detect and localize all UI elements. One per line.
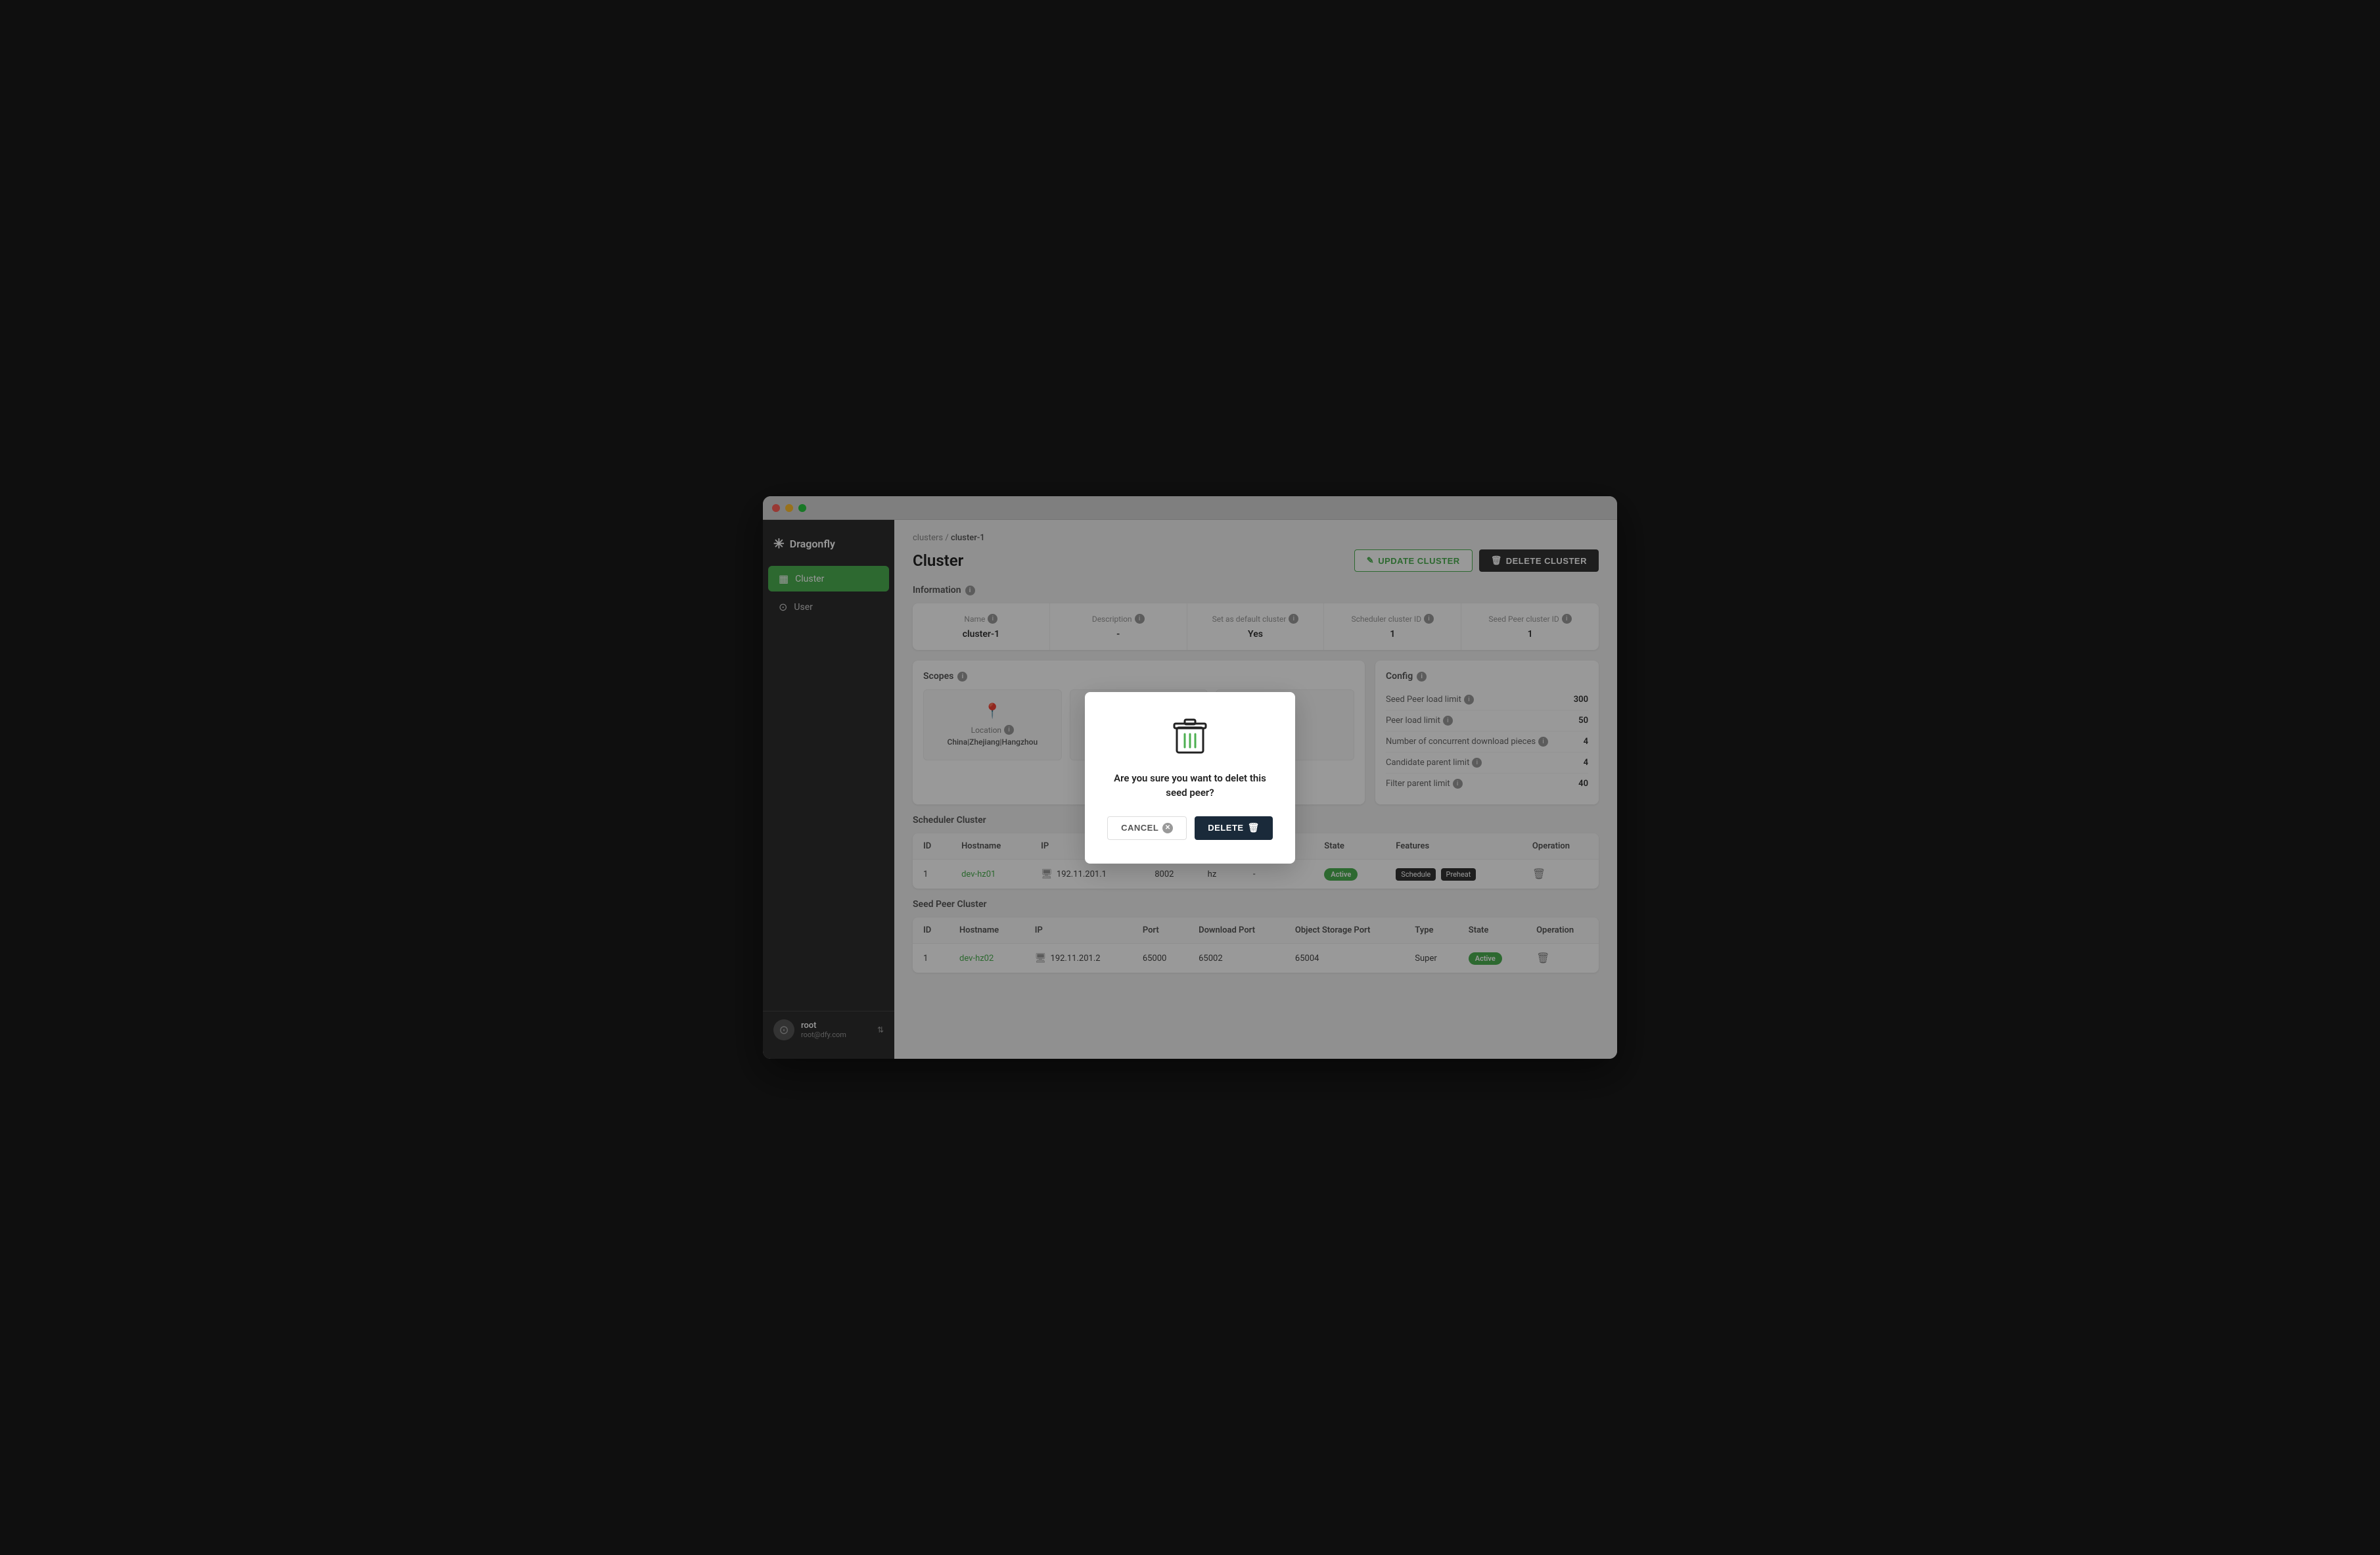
modal-actions: CANCEL ✕ DELETE 🗑 [1106,816,1274,840]
delete-confirmation-modal: Are you sure you want to delet this seed… [1085,692,1295,864]
modal-message: Are you sure you want to delet this seed… [1106,771,1274,801]
modal-overlay[interactable]: Are you sure you want to delet this seed… [0,0,2380,1555]
delete-confirm-button[interactable]: DELETE 🗑 [1195,816,1273,840]
delete-trash-icon: 🗑 [1248,822,1260,833]
cancel-button[interactable]: CANCEL ✕ [1107,816,1187,840]
cancel-x-icon: ✕ [1162,823,1173,833]
modal-trash-icon [1169,716,1211,758]
